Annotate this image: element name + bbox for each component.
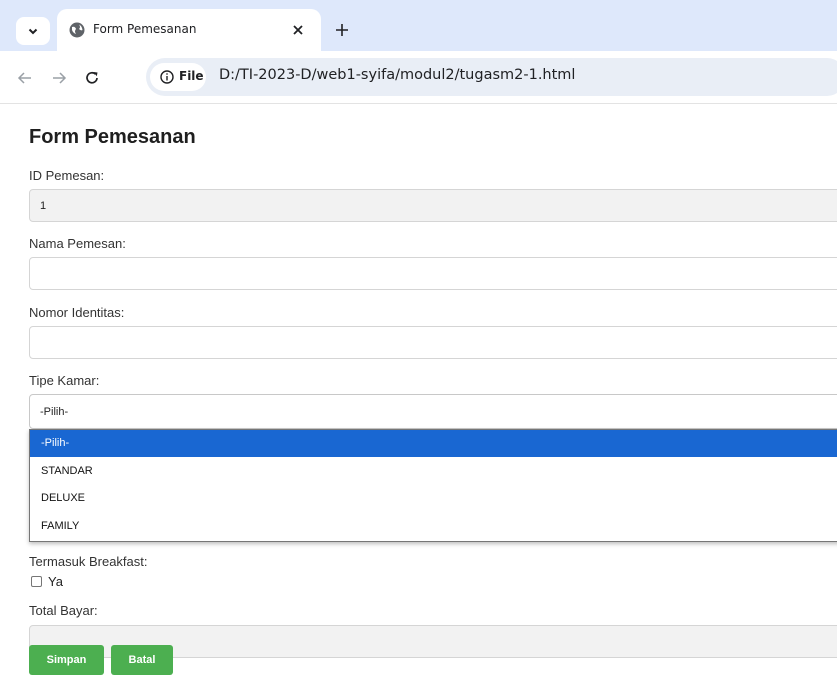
tipe-kamar-selected-value: -Pilih- <box>40 406 69 418</box>
url-text[interactable]: D:/TI-2023-D/web1-syifa/modul2/tugasm2-1… <box>219 67 575 83</box>
chevron-down-icon <box>28 28 38 35</box>
tipe-kamar-label: Tipe Kamar: <box>29 373 100 388</box>
browser-toolbar: File D:/TI-2023-D/web1-syifa/modul2/tuga… <box>0 51 837 104</box>
breakfast-checkbox[interactable] <box>31 576 42 587</box>
dropdown-option-pilih[interactable]: -Pilih- <box>30 430 837 457</box>
tipe-kamar-select[interactable]: -Pilih- <box>29 394 837 429</box>
close-icon[interactable] <box>291 23 305 37</box>
batal-button[interactable]: Batal <box>111 645 173 675</box>
nomor-identitas-input[interactable] <box>29 326 837 359</box>
globe-icon <box>69 22 85 38</box>
site-info-chip[interactable]: File <box>150 63 206 91</box>
dropdown-option-deluxe[interactable]: DELUXE <box>30 485 837 512</box>
nama-pemesan-label: Nama Pemesan: <box>29 236 126 251</box>
breakfast-checkbox-row[interactable]: Ya <box>31 574 63 589</box>
browser-tab[interactable]: Form Pemesanan <box>57 9 321 51</box>
simpan-button[interactable]: Simpan <box>29 645 104 675</box>
breakfast-option-label[interactable]: Ya <box>48 574 63 589</box>
dropdown-option-family[interactable]: FAMILY <box>30 513 837 540</box>
tab-search-button[interactable] <box>16 17 50 45</box>
total-bayar-label: Total Bayar: <box>29 603 98 618</box>
address-bar[interactable]: File D:/TI-2023-D/web1-syifa/modul2/tuga… <box>146 58 837 96</box>
info-icon <box>160 70 174 84</box>
page-content: Form Pemesanan ID Pemesan: Nama Pemesan:… <box>0 105 837 700</box>
reload-icon[interactable] <box>84 70 100 86</box>
browser-tabstrip: Form Pemesanan <box>0 0 837 51</box>
nomor-identitas-label: Nomor Identitas: <box>29 305 125 320</box>
page-title: Form Pemesanan <box>29 126 196 148</box>
id-pemesan-label: ID Pemesan: <box>29 168 105 183</box>
breakfast-label: Termasuk Breakfast: <box>29 554 148 569</box>
tipe-kamar-dropdown: -Pilih- STANDAR DELUXE FAMILY <box>29 429 837 542</box>
plus-icon[interactable] <box>335 23 349 37</box>
dropdown-option-standar[interactable]: STANDAR <box>30 458 837 485</box>
tab-title: Form Pemesanan <box>93 22 197 36</box>
back-arrow-icon[interactable] <box>17 70 33 86</box>
nama-pemesan-input[interactable] <box>29 257 837 290</box>
forward-arrow-icon[interactable] <box>51 70 67 86</box>
id-pemesan-input[interactable] <box>29 189 837 222</box>
site-chip-label: File <box>179 69 204 83</box>
